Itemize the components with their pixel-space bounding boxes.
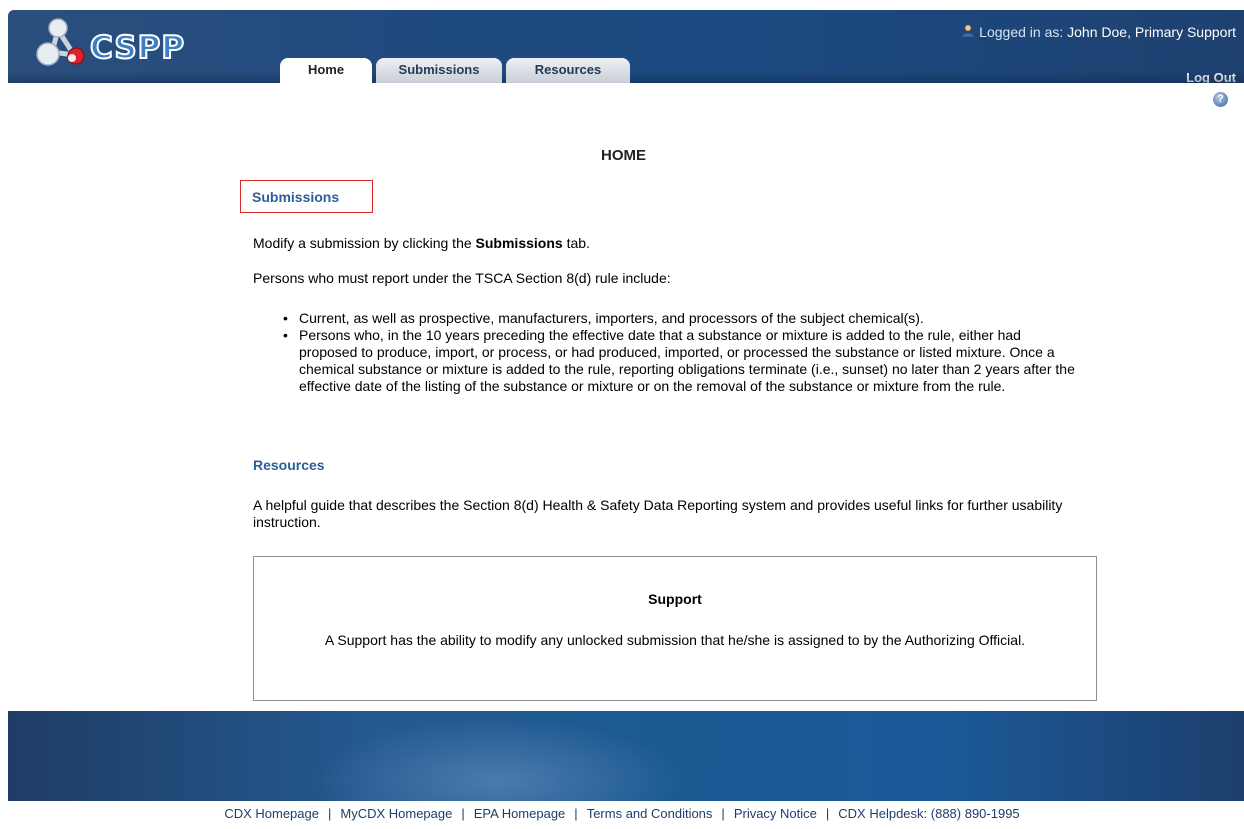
resources-description: A helpful guide that describes the Secti…: [253, 497, 1063, 530]
login-user: John Doe, Primary Support: [1067, 24, 1236, 40]
main-tabs: Home Submissions Resources: [280, 58, 634, 83]
footer-link-cdx-homepage[interactable]: CDX Homepage: [224, 806, 319, 821]
footer-separator: |: [327, 806, 332, 821]
reporting-intro: Persons who must report under the TSCA S…: [253, 270, 671, 286]
support-role-box: Support A Support has the ability to mod…: [253, 556, 1097, 701]
footer-link-terms[interactable]: Terms and Conditions: [587, 806, 713, 821]
submissions-heading: Submissions: [252, 189, 340, 205]
footer-band: [8, 711, 1244, 801]
list-item: Persons who, in the 10 years preceding t…: [279, 327, 1079, 395]
footer-separator: |: [825, 806, 830, 821]
footer-separator: |: [721, 806, 725, 821]
support-description: A Support has the ability to modify any …: [324, 632, 1026, 648]
submissions-instructions: Modify a submission by clicking the Subm…: [253, 235, 590, 251]
footer-links: CDX Homepage | MyCDX Homepage | EPA Homepage…: [0, 806, 1244, 822]
user-icon: [961, 24, 975, 38]
footer-link-epa-homepage[interactable]: EPA Homepage: [474, 806, 566, 821]
login-info: Logged in as: John Doe, Primary Support: [961, 24, 1236, 40]
footer-separator: |: [461, 806, 465, 821]
app-logo-text: CSPP: [89, 29, 186, 67]
resources-heading: Resources: [253, 457, 325, 473]
list-item: Current, as well as prospective, manufac…: [279, 310, 1079, 327]
page-title: HOME: [601, 147, 646, 164]
instructions-text-start: Modify a submission by clicking the: [253, 235, 476, 251]
tab-home[interactable]: Home: [280, 58, 372, 83]
login-label: Logged in as:: [979, 24, 1064, 40]
reporting-list: Current, as well as prospective, manufac…: [279, 310, 1079, 395]
footer-link-helpdesk[interactable]: CDX Helpdesk: (888) 890-1995: [838, 806, 1019, 821]
footer-link-privacy[interactable]: Privacy Notice: [734, 806, 817, 821]
footer-separator: |: [574, 806, 578, 821]
instructions-text-end: tab.: [562, 235, 590, 251]
instructions-bold-submissions: Submissions: [475, 235, 563, 251]
support-title: Support: [648, 591, 702, 607]
help-icon[interactable]: ?: [1213, 92, 1228, 107]
logout-link[interactable]: Log Out: [1186, 70, 1236, 85]
tab-resources[interactable]: Resources: [506, 58, 630, 83]
footer-link-mycdx-homepage[interactable]: MyCDX Homepage: [340, 806, 452, 821]
tab-submissions[interactable]: Submissions: [376, 58, 502, 83]
